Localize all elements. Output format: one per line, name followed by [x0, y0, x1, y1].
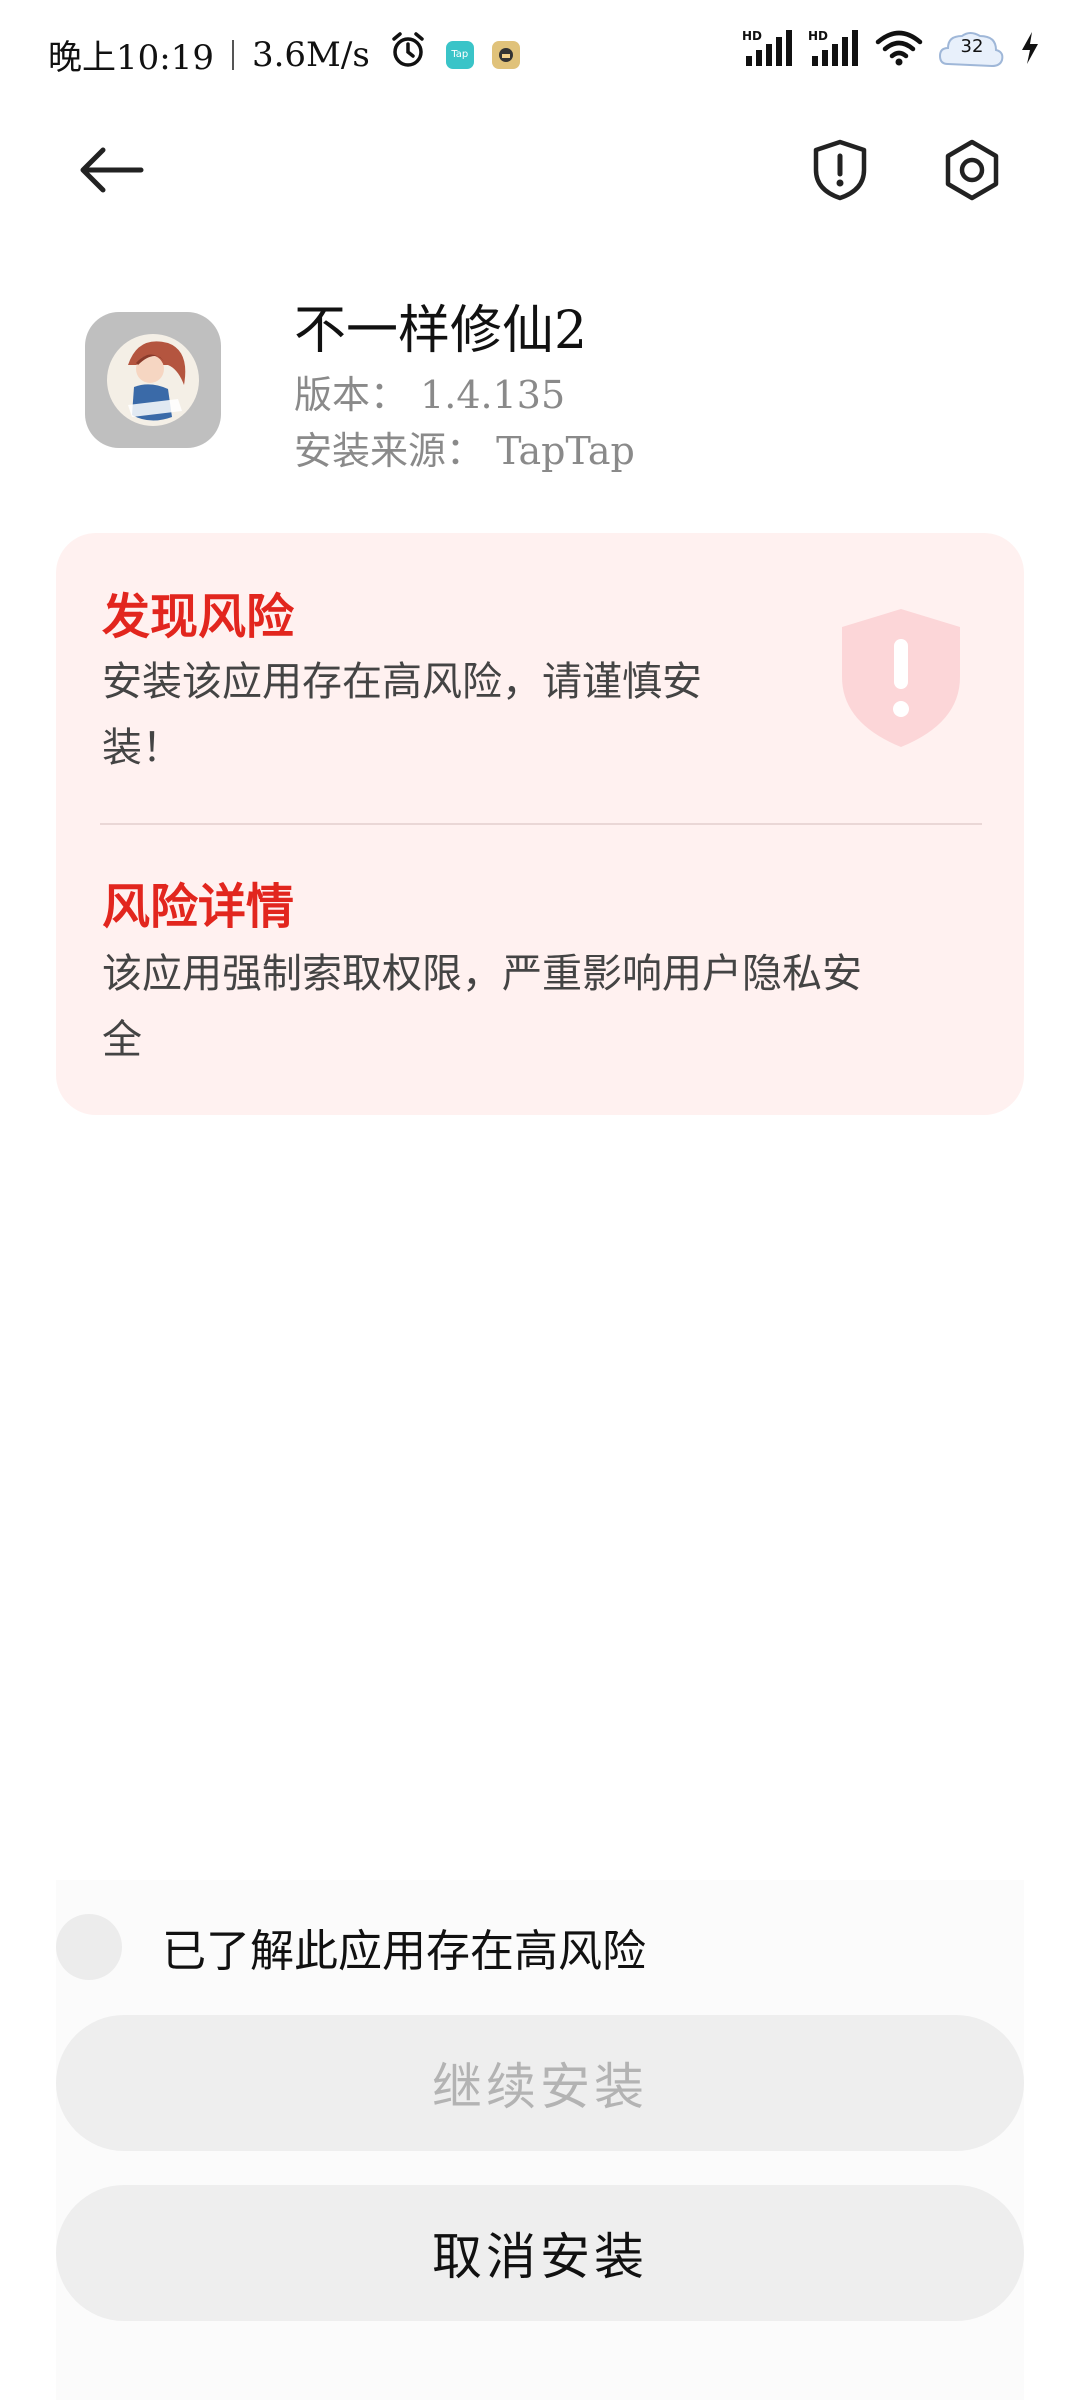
status-bar: 晚上10:19 3.6M/s Tap HD HD 32	[0, 0, 1080, 104]
status-bar-right: HD HD 32	[742, 28, 1040, 72]
charging-icon	[1020, 30, 1040, 70]
status-bar-left: 晚上10:19 3.6M/s Tap	[48, 30, 520, 79]
risk-divider	[100, 823, 982, 825]
app-version: 版本： 1.4.135	[294, 373, 566, 417]
battery-icon: 32	[938, 28, 1006, 72]
app-name: 不一样修仙2	[294, 301, 588, 361]
hd-signal-icon: HD	[742, 28, 794, 72]
warning-shield-icon	[836, 603, 966, 757]
status-divider	[231, 39, 234, 70]
risk-found-text-line2: 装！	[102, 725, 182, 771]
wifi-icon	[874, 28, 924, 72]
acknowledge-row[interactable]: 已了解此应用存在高风险	[56, 1912, 646, 1982]
cancel-install-button[interactable]: 取消安装	[56, 2185, 1024, 2321]
risk-detail-title: 风险详情	[102, 879, 295, 935]
risk-card: 发现风险 安装该应用存在高风险，请谨慎安 装！ 风险详情 该应用强制索取权限，严…	[56, 533, 1024, 1115]
acknowledge-label: 已了解此应用存在高风险	[162, 1926, 646, 1977]
risk-found-text-line1: 安装该应用存在高风险，请谨慎安	[102, 659, 702, 705]
taptap-notif-icon: Tap	[445, 40, 474, 69]
continue-install-button[interactable]: 继续安装	[56, 2015, 1024, 2151]
gear-icon	[945, 139, 999, 201]
app-notif-icon	[491, 40, 520, 69]
risk-detail-text-line1: 该应用强制索取权限，严重影响用户隐私安	[102, 951, 862, 997]
app-character-image	[107, 334, 199, 426]
acknowledge-checkbox[interactable]	[56, 1914, 122, 1980]
back-button[interactable]	[70, 130, 150, 210]
settings-button[interactable]	[932, 130, 1012, 210]
hd-signal-icon: HD	[808, 28, 860, 72]
status-time: 晚上10:19	[48, 38, 214, 78]
top-bar	[0, 130, 1080, 210]
shield-alert-icon	[813, 139, 867, 201]
app-source: 安装来源： TapTap	[294, 429, 635, 473]
app-icon	[85, 312, 221, 448]
battery-level: 32	[960, 36, 984, 57]
arrow-left-icon	[80, 147, 144, 193]
alarm-icon	[388, 30, 428, 79]
status-speed: 3.6M/s	[251, 34, 370, 75]
risk-found-title: 发现风险	[102, 589, 295, 645]
svg-text:HD: HD	[742, 29, 762, 43]
svg-text:HD: HD	[808, 29, 828, 43]
security-button[interactable]	[800, 130, 880, 210]
risk-detail-text-line2: 全	[102, 1017, 142, 1063]
